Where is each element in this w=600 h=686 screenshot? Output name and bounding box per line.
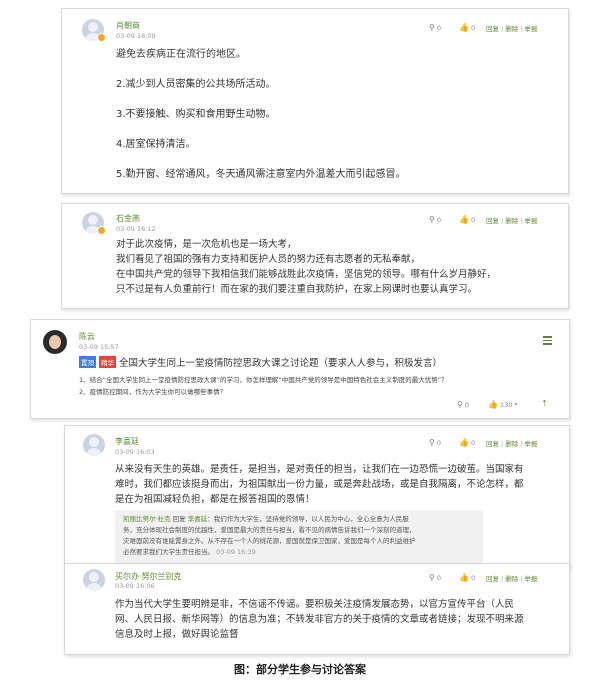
quoted-reply: 凯丽比努尔·杜克 回复 李喜廷：我们作为大学生，坚持党的领导，以人民为中心，全心… (115, 510, 483, 564)
comment-line: 2.减少到人员密集的公共场所活动。 (116, 79, 276, 90)
comment-card: 肖朝商 03-09 16:09 ⚲ 0 👍 0 回复 | 删除 | 举报 避免去疾病正在流行… (61, 8, 569, 194)
like-stat[interactable]: 👍 0 (459, 215, 475, 224)
quote-line: 灾难面前没有谁能置身之外。从不存在一个人的桃花源，爱国就是保卫国家，爱国是每个人… (123, 537, 416, 545)
reply-link[interactable]: 回复 (486, 25, 499, 33)
share-stat[interactable]: ⚲ 0 (429, 23, 441, 32)
topic-title[interactable]: 置顶 精华 全国大学生同上一堂疫情防控思政大课之讨论题（要求人人参与，积极发言） (79, 355, 442, 369)
reply-link[interactable]: 回复 (486, 440, 499, 448)
reply-line: 作为当代大学生要明辨是非，不信谣不传谣。要积极关注疫情发展态势，以官方宣传平台（… (115, 599, 515, 610)
comment-line: 只不过是有人负重前行！而在家的我们要注重自我防护，在家上网课时也要认真学习。 (116, 284, 478, 295)
comment-actions: 回复 | 删除 | 举报 (486, 217, 538, 225)
like-stat[interactable]: 👍 0 (459, 23, 475, 32)
quote-line: ：我们作为大学生，坚持党的领导，以人民为中心，全心全意为人民服 (207, 515, 409, 523)
reply-body: 作为当代大学生要明辨是非，不信谣不传谣。要积极关注疫情发展态势，以官方宣传平台（… (115, 597, 524, 642)
thumb-up-icon: 👍 (459, 215, 469, 224)
like-stat[interactable]: 👍 0 (459, 438, 475, 447)
share-icon: ⚲ (429, 23, 435, 32)
delete-link[interactable]: 删除 (505, 25, 518, 33)
pinned-badge: 置顶 (79, 356, 96, 368)
reply-actions: 回复 | 删除 | 举报 (486, 575, 538, 583)
quote-line: 必然要求我们大学生责任担当。 (123, 548, 214, 556)
delete-link[interactable]: 删除 (505, 217, 518, 225)
reply-author[interactable]: 李喜廷 (115, 436, 139, 447)
report-link[interactable]: 举报 (524, 575, 537, 583)
share-icon: ⚲ (429, 438, 435, 447)
topic-card: 陈云 03-09 15:57 置顶 精华 全国大学生同上一堂疫情防控思政大课之讨论题… (30, 319, 570, 419)
comment-time: 03-09 16:09 (116, 32, 156, 40)
quote-target[interactable]: 李喜廷 (188, 515, 208, 523)
avatar[interactable] (43, 330, 67, 354)
comment-line: 我们看见了祖国的强有力支持和医护人员的努力还有志愿者的无私奉献， (116, 254, 421, 265)
quote-line: 务，充分体现社会制度的优越性，爱国是最大的责任与担当，看不见的病情告诉我们一个深… (123, 526, 416, 534)
share-icon: ⚲ (457, 400, 463, 409)
topic-description: 2、疫情防控期间，作为大学生你可以做哪些事情？ (79, 388, 227, 396)
thumb-up-icon: 👍 (459, 438, 469, 447)
share-stat[interactable]: ⚲ 0 (429, 573, 441, 582)
menu-icon[interactable] (543, 336, 552, 345)
comment-actions: 回复 | 删除 | 举报 (486, 25, 538, 33)
badge-icon (97, 33, 106, 42)
reply-time: 03-09 16:06 (115, 582, 155, 590)
comment-author[interactable]: 石金燕 (116, 213, 140, 224)
comment-line: 3.不要接触、购买和食用野生动物。 (116, 109, 276, 120)
comment-line: 4.居室保持清洁。 (116, 139, 196, 150)
reply-actions: 回复 | 删除 | 举报 (486, 440, 538, 448)
reply-line: 从来没有天生的英雄。是责任，是担当，是对责任的担当，让我们在一边恐慌一边破茧。当… (115, 464, 524, 475)
comment-line: 避免去疾病正在流行的地区。 (116, 49, 246, 60)
like-stat[interactable]: 👍 130 ▾ (488, 400, 517, 409)
thumb-up-icon: 👍 (488, 400, 498, 409)
reply-line: 网、人民日报、新华网等）的信息为准；不转发非官方的关于疫情的文章或者链接；发现不… (115, 614, 524, 625)
reply-link[interactable]: 回复 (486, 217, 499, 225)
comment-author[interactable]: 肖朝商 (116, 20, 140, 31)
reply-author[interactable]: 买尔办·努尔兰别克 (115, 571, 182, 582)
thumb-up-icon: 👍 (459, 573, 469, 582)
comment-card: 石金燕 03-09 16:12 ⚲ 0 👍 0 回复 | 删除 | 举报 对于此次疫情，是一… (61, 203, 569, 309)
share-stat[interactable]: ⚲ 0 (429, 438, 441, 447)
topic-author[interactable]: 陈云 (79, 331, 95, 342)
featured-badge: 精华 (99, 356, 116, 368)
reply-line: 信息及时上报，做好舆论监督 (115, 629, 239, 640)
topic-time: 03-09 15:57 (79, 343, 119, 351)
topic-description: 1、结合“全国大学生同上一堂疫情防控思政大课”的学习，你怎样理解“中国共产党的领… (79, 376, 448, 384)
report-link[interactable]: 举报 (524, 217, 537, 225)
thumb-up-icon: 👍 (459, 23, 469, 32)
reply-link[interactable]: 回复 (486, 575, 499, 583)
reply-body: 从来没有天生的英雄。是责任，是担当，是对责任的担当，让我们在一边恐慌一边破茧。当… (115, 462, 524, 507)
avatar[interactable] (83, 434, 105, 456)
reply-line: 是在为祖国减轻负担，都是在报答祖国的恩情！ (115, 494, 315, 505)
comment-body: 避免去疾病正在流行的地区。 2.减少到人员密集的公共场所活动。 3.不要接触、购… (116, 47, 406, 182)
share-icon: ⚲ (429, 573, 435, 582)
delete-link[interactable]: 删除 (505, 575, 518, 583)
reply-line: 难时，我们都应该挺身而出，为祖国献出一份力量，或是奔赴战场，或是自我隔离，不论怎… (115, 479, 524, 490)
report-link[interactable]: 举报 (524, 25, 537, 33)
figure-caption: 图：部分学生参与讨论答案 (234, 663, 366, 676)
reply-card: 买尔办·努尔兰别克 03-09 16:06 ⚲ 0 👍 0 回复 | 删除 | 举报 作为当… (64, 563, 570, 655)
comment-line: 在中国共产党的领导下我相信我们能够战胜此次疫情，坚信党的领导。哪有什么岁月静好， (116, 269, 497, 280)
delete-link[interactable]: 删除 (505, 440, 518, 448)
report-link[interactable]: 举报 (524, 440, 537, 448)
share-stat[interactable]: ⚲ 0 (429, 215, 441, 224)
share-stat[interactable]: ⚲ 0 (457, 400, 469, 409)
comment-time: 03-09 16:12 (116, 225, 156, 233)
quote-time: 03-09 16:39 (216, 548, 256, 556)
comment-line: 5.勤开窗、经常通风，冬天通风需注意室内外温差大而引起感冒。 (116, 169, 406, 180)
badge-icon (97, 226, 106, 235)
quote-author[interactable]: 凯丽比努尔·杜克 (123, 515, 171, 523)
arrow-up-icon[interactable]: ⇡ (541, 399, 548, 408)
like-stat[interactable]: 👍 0 (459, 573, 475, 582)
reply-card: 李喜廷 03-09 16:03 ⚲ 0 👍 0 回复 | 删除 | 举报 从来没有天生的英雄… (64, 425, 570, 569)
share-icon: ⚲ (429, 215, 435, 224)
comment-body: 对于此次疫情，是一次危机也是一场大考， 我们看见了祖国的强有力支持和医护人员的努… (116, 237, 496, 297)
comment-line: 对于此次疫情，是一次危机也是一场大考， (116, 239, 297, 250)
avatar[interactable] (83, 569, 105, 591)
reply-time: 03-09 16:03 (115, 448, 155, 456)
